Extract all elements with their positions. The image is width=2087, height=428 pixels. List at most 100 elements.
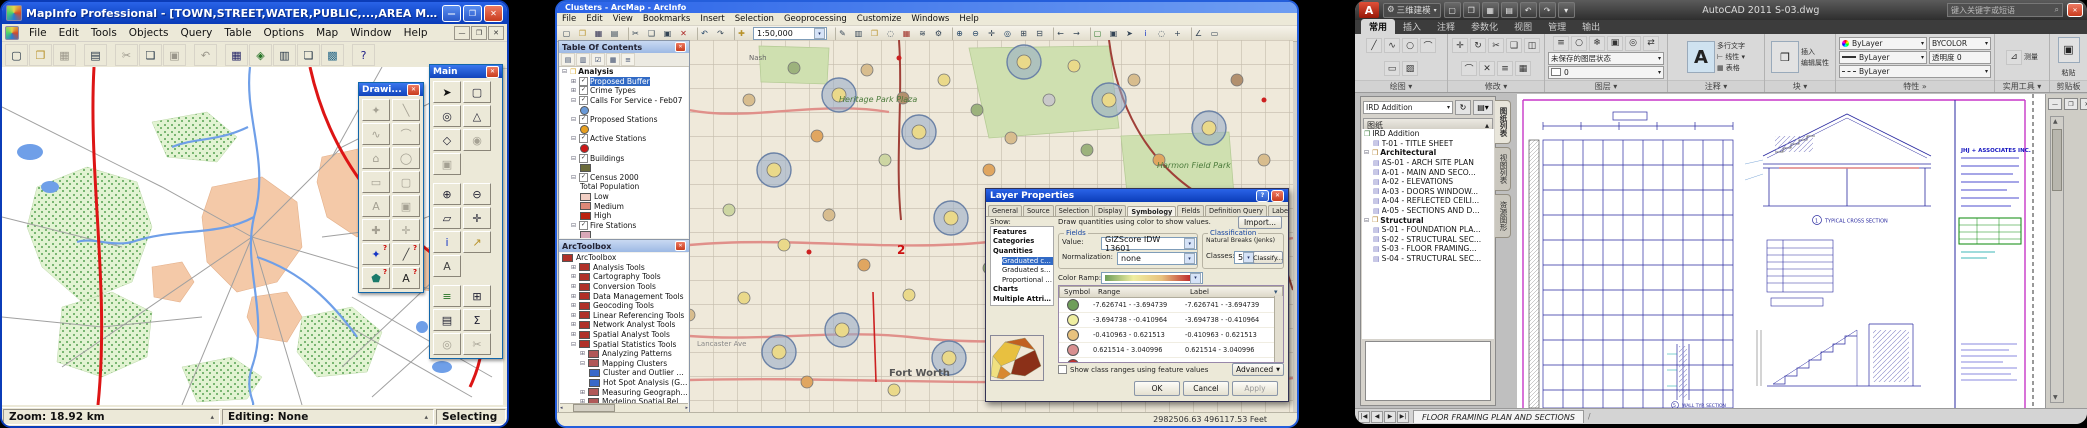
toc-class[interactable]: High [560, 211, 688, 221]
color-ramp-combo[interactable]: ▾ [1101, 272, 1203, 284]
array-icon[interactable]: ▦ [1515, 61, 1531, 76]
print-icon[interactable]: ▤ [607, 27, 622, 41]
class-table-header[interactable]: Symbol Range Label ▾ [1059, 286, 1283, 298]
marquee-select-icon[interactable]: ▢ [463, 81, 491, 103]
save-icon[interactable]: ▦ [591, 27, 606, 41]
toolbox[interactable]: ⊞Cartography Tools [560, 272, 688, 282]
editing-status[interactable]: Editing: None▴ [222, 409, 434, 425]
drawing-canvas[interactable]: 1 TYPICAL CROSS SECTION 5 WALL TYP. SECT… [1517, 94, 2045, 408]
main-toolbar-titlebar[interactable]: Main ✕ [430, 65, 502, 78]
catalog-icon[interactable]: ❒ [867, 27, 882, 41]
expand-icon[interactable]: ⊞ [571, 293, 579, 300]
toc-layer[interactable]: ⊟✓Fire Stations [560, 221, 688, 231]
paste-label[interactable]: 粘贴 [2062, 68, 2076, 78]
new-map-icon[interactable]: ▢ [559, 27, 574, 41]
select-features-icon[interactable]: ▢ [1090, 27, 1105, 41]
open-icon[interactable]: ❐ [1463, 2, 1480, 18]
redo-icon[interactable]: ↷ [1539, 2, 1556, 18]
close-viewport-icon[interactable]: ✕ [2080, 98, 2087, 110]
lineweight-combo[interactable]: ByLayer▾ [1839, 51, 1927, 64]
close-button[interactable]: ✕ [484, 5, 503, 22]
show-item[interactable]: Graduated symbols [991, 265, 1053, 275]
trim-icon[interactable]: ✂ [1488, 38, 1504, 53]
toc-layer[interactable]: ⊟✓Active Stations [560, 134, 688, 144]
toc-toggle-icon[interactable]: ▥ [851, 27, 866, 41]
print-icon[interactable]: ▤ [84, 44, 107, 66]
toc-data-frame[interactable]: ⊟❒Analysis [560, 67, 688, 77]
scroll-thumb[interactable] [2052, 129, 2062, 191]
annotation-panel-label[interactable]: 注释 ▾ [1668, 80, 1764, 92]
class-symbol-icon[interactable] [1067, 314, 1079, 326]
info-tool-icon[interactable]: i [433, 231, 461, 253]
undo-icon[interactable]: ↶ [1520, 2, 1537, 18]
show-item[interactable]: Categories [991, 237, 1053, 247]
show-class-ranges-checkbox[interactable]: Show class ranges using feature values [1058, 365, 1208, 374]
expand-icon[interactable]: ⊞ [571, 321, 579, 328]
expand-icon[interactable]: ⊞ [571, 264, 579, 271]
hotlink-icon[interactable]: ↗ [463, 231, 491, 253]
autocad-logo-icon[interactable]: A [1359, 2, 1379, 18]
new-layout-icon[interactable]: ❏ [297, 44, 320, 66]
menu-item[interactable]: Selection [730, 14, 779, 24]
text-style-icon[interactable]: A? [392, 267, 420, 289]
class-symbol-icon[interactable] [1067, 344, 1079, 356]
toolset[interactable]: ⊟Mapping Clusters [560, 359, 688, 369]
collapse-icon[interactable]: ⊟ [571, 155, 579, 162]
utilities-panel-label[interactable]: 实用工具 ▾ [1995, 80, 2049, 92]
menu-item[interactable]: General [988, 205, 1022, 216]
visibility-checkbox[interactable]: ✓ [579, 134, 588, 143]
mdi-minimize-button[interactable]: — [454, 26, 470, 40]
symbology-class-row[interactable]: -7.626741 - -3.694739-7.626741 - -3.6947… [1059, 298, 1283, 313]
toolbox[interactable]: ⊞Conversion Tools [560, 282, 688, 292]
pan-icon[interactable]: ✛ [984, 27, 999, 41]
sheet-list-tab[interactable]: 图纸列表 [1495, 100, 1511, 144]
plot-style-combo[interactable]: BYCOLOR▾ [1929, 37, 1991, 50]
open-table-icon[interactable]: ❐ [29, 44, 52, 66]
search-icon[interactable]: ◌ [883, 27, 898, 41]
symbology-class-row[interactable]: 0.621514 - 3.0409960.621514 - 3.040996 [1059, 343, 1283, 358]
value-combo[interactable]: GiZScore IDW 13601▾ [1101, 237, 1197, 250]
arc-icon[interactable]: ⌒ [1420, 38, 1436, 53]
maximize-button[interactable]: ❐ [463, 5, 482, 22]
close-icon[interactable]: ✕ [675, 42, 686, 52]
menu-item[interactable]: Map [310, 26, 344, 40]
minimize-viewport-icon[interactable]: — [2048, 98, 2062, 110]
expand-icon[interactable]: ⊞ [580, 350, 588, 357]
layer-combo[interactable]: 0▾ [1548, 66, 1664, 79]
show-item[interactable]: Quantities [991, 246, 1053, 256]
collapse-icon[interactable]: ⊟ [571, 135, 579, 142]
paste-button[interactable]: ▣ [2058, 37, 2080, 63]
last-layout-icon[interactable]: ▶| [1397, 411, 1409, 423]
layer-control-icon[interactable]: ≡ [433, 285, 461, 307]
restore-viewport-icon[interactable]: ❐ [2064, 98, 2078, 110]
paste-icon[interactable]: ▣ [163, 44, 186, 66]
normalization-combo[interactable]: none▾ [1117, 252, 1197, 265]
toc-symbol[interactable] [560, 230, 688, 238]
toolset[interactable]: ⊞Analyzing Patterns [560, 349, 688, 359]
frame-tool-icon[interactable]: ▣ [392, 195, 420, 217]
menu-item[interactable]: Table [218, 26, 257, 40]
menu-item[interactable]: Symbology [1127, 206, 1176, 217]
symbology-class-row[interactable]: -3.694738 - -0.410964-3.694738 - -0.4109… [1059, 313, 1283, 328]
vertical-scrollbar[interactable]: ▲ ▼ [2050, 116, 2064, 403]
scroll-up-icon[interactable]: ▲ [2053, 118, 2058, 125]
layer-off-icon[interactable]: ○ [1571, 36, 1587, 51]
class-symbol-icon[interactable] [1067, 299, 1079, 311]
menu-item[interactable]: Window [344, 26, 397, 40]
resource-drawings-tab[interactable]: 资源图形 [1495, 194, 1511, 238]
toc-class[interactable]: Medium [560, 201, 688, 211]
toolbox[interactable]: ⊞Analysis Tools [560, 263, 688, 273]
draw-panel-label[interactable]: 绘图 ▾ [1355, 80, 1447, 92]
change-view-icon[interactable]: ▱ [433, 207, 461, 229]
menu-item[interactable]: Tools [85, 26, 123, 40]
layout-tab[interactable]: FLOOR FRAMING PLAN AND SECTIONS [1413, 410, 1584, 423]
tool[interactable]: Cluster and Outlier Analysis (Anseli [560, 368, 688, 378]
toolbox[interactable]: ⊞Network Analyst Tools [560, 320, 688, 330]
classify-button[interactable]: Classify... [1253, 251, 1283, 264]
menu-item[interactable]: Source [1023, 205, 1054, 216]
graph-select-icon[interactable]: ◉ [463, 129, 491, 151]
cancel-button[interactable]: Cancel [1183, 381, 1229, 396]
visibility-checkbox[interactable]: ✓ [579, 221, 588, 230]
collapse-icon[interactable]: ⊟ [1364, 217, 1372, 224]
fillet-icon[interactable]: ⌒ [1461, 61, 1477, 76]
